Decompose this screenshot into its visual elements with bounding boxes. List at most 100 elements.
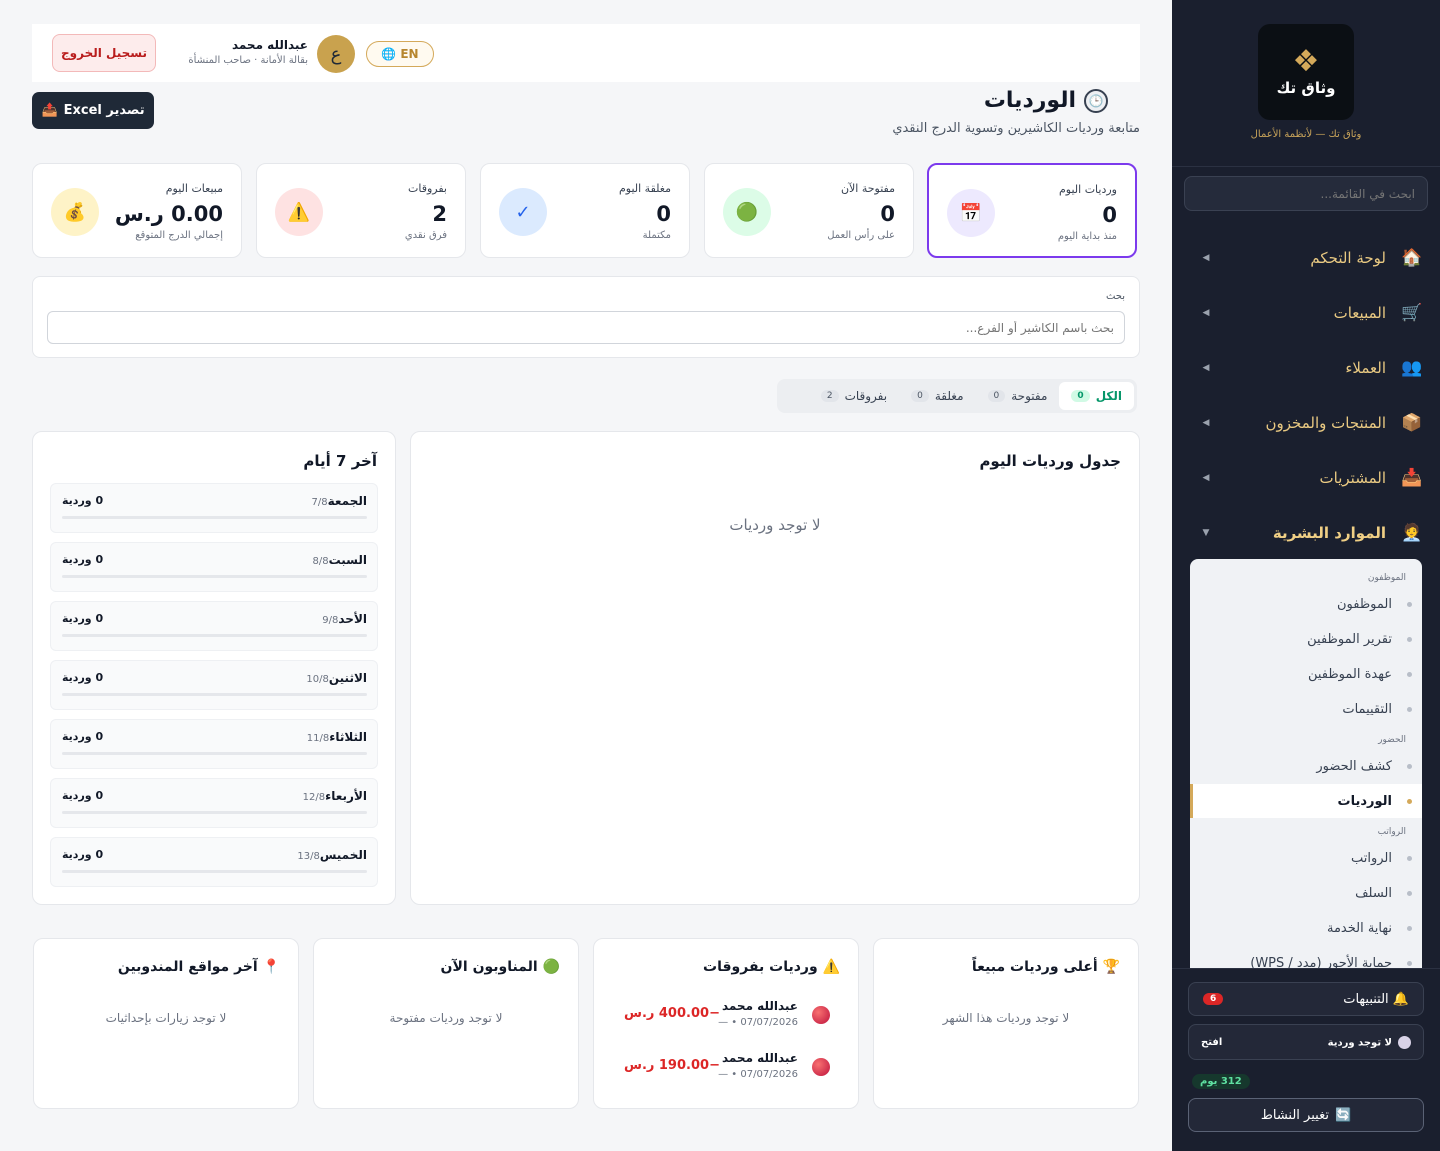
submenu-group-label: الحضور — [1378, 735, 1406, 745]
top-sales-shifts-card: 🏆 أعلى ورديات مبيعاً لا توجد ورديات هذا … — [873, 938, 1139, 1109]
day-row: السبت8/8 0 وردية — [50, 542, 378, 592]
stat-value: 0 — [880, 202, 895, 226]
user-subtitle: بقالة الأمانة · صاحب المنشأة — [188, 55, 308, 66]
day-count: 0 وردية — [62, 730, 104, 743]
alerts-button[interactable]: 🔔 التنبيهات 6 — [1188, 982, 1424, 1016]
tab-count: 0 — [1071, 390, 1090, 402]
nav-item-dashboard[interactable]: 🏠 لوحة التحكم ◀ — [1200, 238, 1424, 278]
language-toggle-button[interactable]: EN 🌐 — [366, 41, 434, 67]
globe-icon: 🌐 — [381, 47, 397, 61]
day-name-text: الثلاثاء — [329, 730, 367, 744]
stat-sub: إجمالي الدرج المتوقع — [135, 230, 223, 241]
list-item[interactable]: عبدالله محمد 07/07/2026 • — −190.00 ر.س — [614, 1051, 830, 1085]
empty-state: لا توجد ورديات هذا الشهر — [942, 1011, 1070, 1025]
stat-label: مبيعات اليوم — [165, 182, 223, 195]
sub-item-advances[interactable]: السلف — [1190, 876, 1422, 910]
day-name: الاثنين10/8 — [306, 671, 367, 685]
stat-value: 0.00 ر.س — [114, 202, 223, 226]
page-title-text: الورديات — [983, 88, 1076, 113]
day-count: 0 وردية — [62, 789, 104, 802]
logo-tagline: وثاق تك — لأنظمة الأعمال — [1250, 129, 1362, 140]
today-schedule-panel: جدول ورديات اليوم لا توجد ورديات — [410, 431, 1140, 905]
avatar[interactable]: ع — [317, 35, 355, 73]
bullet-icon — [1407, 601, 1412, 607]
empty-state: لا توجد ورديات مفتوحة — [389, 1011, 503, 1025]
box-icon: 📦 — [1401, 413, 1423, 433]
stat-card-closed-today[interactable]: مغلقة اليوم 0 مكتملة ✓ — [480, 163, 690, 258]
users-icon: 👥 — [1401, 358, 1423, 378]
day-date: 7/8 — [311, 497, 328, 508]
chevron-left-icon: ◀ — [1202, 308, 1210, 318]
alerts-label: التنبيهات — [1343, 991, 1389, 1007]
difference-amount: −400.00 ر.س — [624, 1006, 720, 1021]
day-row: الخميس13/8 0 وردية — [50, 837, 378, 887]
export-excel-button[interactable]: تصدير Excel 📤 — [32, 92, 154, 129]
change-activity-button[interactable]: 🔄 تغيير النشاط — [1188, 1098, 1424, 1132]
card-title-text: المناوبون الآن — [440, 959, 538, 975]
difference-shifts-card: ⚠️ ورديات بفروقات عبدالله محمد 07/07/202… — [593, 938, 859, 1109]
list-item[interactable]: عبدالله محمد 07/07/2026 • — −400.00 ر.س — [614, 999, 830, 1033]
sub-item-attendance-sheet[interactable]: كشف الحضور — [1190, 749, 1422, 783]
nav-item-purchases[interactable]: 📥 المشتريات ◀ — [1200, 458, 1424, 498]
nav-item-hr[interactable]: 🧑‍💼 الموارد البشرية ▼ — [1200, 513, 1424, 553]
open-shift-button[interactable]: افتح — [1201, 1037, 1222, 1048]
day-count: 0 وردية — [62, 494, 104, 507]
day-name-text: الخميس — [319, 848, 367, 862]
shift-date: 07/07/2026 • — — [718, 1069, 798, 1080]
cashier-name: عبدالله محمد — [721, 999, 798, 1013]
tab-all[interactable]: الكل 0 — [1059, 382, 1134, 410]
sub-item-employees[interactable]: الموظفون — [1190, 587, 1422, 621]
day-date: 12/8 — [302, 792, 326, 803]
sub-item-payroll[interactable]: الرواتب — [1190, 841, 1422, 875]
warning-icon: ⚠️ — [822, 959, 840, 975]
stat-card-today-sales[interactable]: مبيعات اليوم 0.00 ر.س إجمالي الدرج المتو… — [32, 163, 242, 258]
bullet-icon — [1407, 960, 1412, 966]
app-logo[interactable]: ❖ وثاق تك — [1258, 24, 1354, 120]
nav-label: المبيعات — [1333, 304, 1386, 322]
sub-item-employees-report[interactable]: تقرير الموظفين — [1190, 622, 1422, 656]
day-bar — [62, 634, 367, 637]
nav-item-products[interactable]: 📦 المنتجات والمخزون ◀ — [1200, 403, 1424, 443]
status-circle-icon — [1398, 1035, 1411, 1049]
sub-item-wps[interactable]: حماية الأجور (مدد / WPS) — [1190, 946, 1422, 969]
day-name: الجمعة7/8 — [312, 494, 367, 508]
panel-title: جدول ورديات اليوم — [979, 452, 1121, 470]
sub-item-label: الموظفون — [1337, 596, 1392, 612]
reps-locations-card: 📍 آخر مواقع المندوبين لا توجد زيارات بإح… — [33, 938, 299, 1109]
bullet-icon — [1407, 925, 1412, 931]
bell-icon: 🔔 — [1392, 991, 1409, 1007]
search-label: بحث — [1105, 291, 1125, 302]
sub-item-label: نهاية الخدمة — [1326, 920, 1392, 936]
sub-item-shifts[interactable]: الورديات — [1190, 784, 1422, 818]
sub-item-employees-custody[interactable]: عهدة الموظفين — [1190, 657, 1422, 691]
day-count: 0 وردية — [62, 612, 104, 625]
day-date: 13/8 — [297, 851, 320, 862]
sub-item-evaluations[interactable]: التقييمات — [1190, 692, 1422, 726]
chevron-left-icon: ◀ — [1202, 253, 1210, 263]
logout-button[interactable]: تسجيل الخروج — [52, 34, 156, 72]
difference-amount: −190.00 ر.س — [624, 1058, 720, 1073]
change-activity-label: تغيير النشاط — [1260, 1107, 1329, 1123]
page-title: 🕒 الورديات — [984, 88, 1108, 113]
nav-item-customers[interactable]: 👥 العملاء ◀ — [1200, 348, 1424, 388]
sidebar: ❖ وثاق تك وثاق تك — لأنظمة الأعمال 🏠 لوح… — [1172, 0, 1440, 1151]
day-count: 0 وردية — [62, 671, 104, 684]
shift-status-text: لا توجد وردية — [1327, 1037, 1392, 1048]
shift-date: 07/07/2026 • — — [718, 1017, 798, 1028]
day-name: الأربعاء12/8 — [303, 789, 367, 803]
tab-closed[interactable]: مغلقة 0 — [899, 382, 975, 410]
sub-item-end-of-service[interactable]: نهاية الخدمة — [1190, 911, 1422, 945]
tab-differences[interactable]: بفروقات 2 — [809, 382, 899, 410]
day-bar — [62, 811, 367, 814]
nav-item-sales[interactable]: 🛒 المبيعات ◀ — [1200, 293, 1424, 333]
sidebar-search-input[interactable] — [1184, 176, 1428, 211]
search-input[interactable] — [47, 311, 1125, 344]
tab-open[interactable]: مفتوحة 0 — [976, 382, 1060, 410]
bullet-icon — [1407, 763, 1412, 769]
stat-card-with-differences[interactable]: بفروقات 2 فرق نقدي ⚠️ — [256, 163, 466, 258]
hr-submenu: الموظفون الموظفون تقرير الموظفين عهدة ال… — [1190, 559, 1422, 969]
stat-card-open-now[interactable]: مفتوحة الآن 0 على رأس العمل 🟢 — [704, 163, 914, 258]
stat-card-today-shifts[interactable]: ورديات اليوم 0 منذ بداية اليوم 📅 — [927, 163, 1137, 258]
day-name-text: الجمعة — [327, 494, 367, 508]
green-circle-icon: 🟢 — [542, 959, 560, 975]
